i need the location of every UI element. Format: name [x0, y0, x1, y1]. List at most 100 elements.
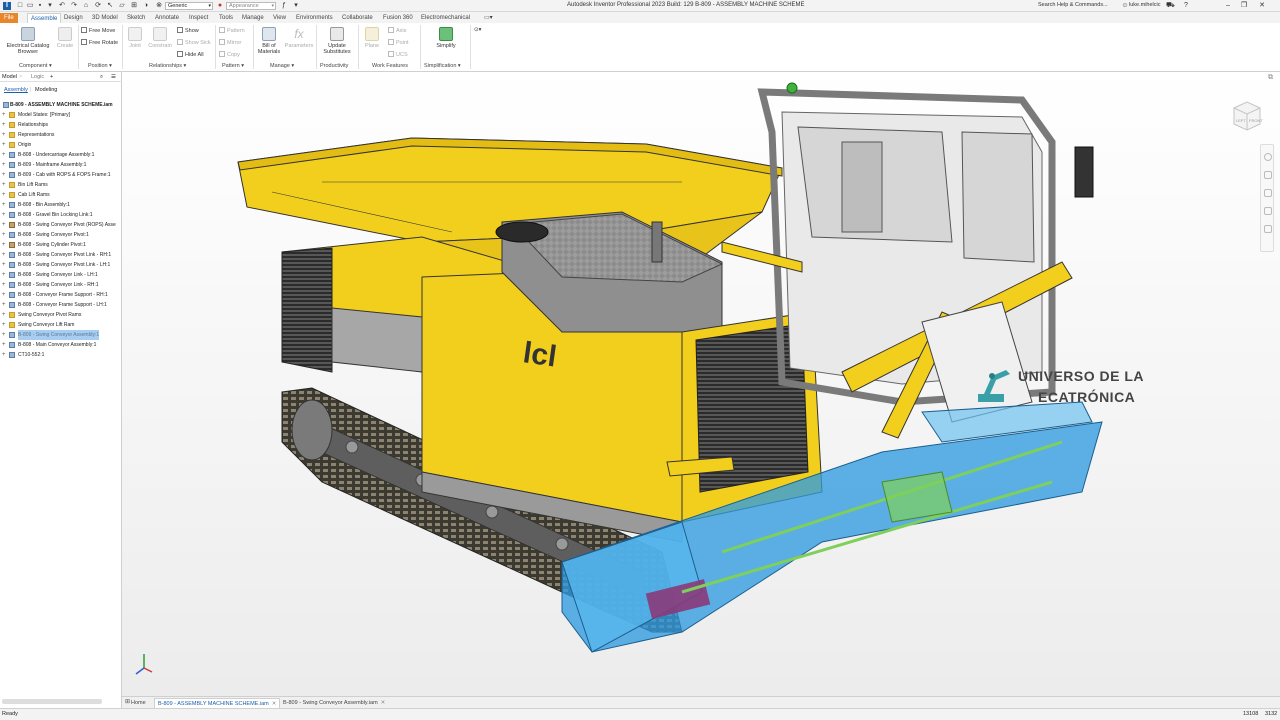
expand-icon[interactable]: +: [2, 170, 7, 180]
axis-button[interactable]: Axis: [388, 27, 406, 35]
close-button[interactable]: ✕: [1256, 1, 1268, 10]
search-help-input[interactable]: Search Help & Commands...: [1038, 1, 1122, 10]
open-file-icon[interactable]: ▭: [26, 2, 34, 10]
expand-icon[interactable]: +: [2, 280, 7, 290]
simplify-button[interactable]: Simplify: [432, 27, 460, 49]
visual-style-icon[interactable]: ◑: [142, 2, 150, 10]
plane-button[interactable]: Plane: [361, 27, 383, 49]
tab-model[interactable]: Model: [2, 72, 17, 82]
ucs-button[interactable]: UCS: [388, 51, 408, 59]
free-move-button[interactable]: Free Move: [81, 27, 115, 35]
copy-button[interactable]: Copy: [219, 51, 240, 59]
tree-item[interactable]: + B-808 - Swing Conveyor Pivot (ROPS) Ass…: [0, 220, 122, 230]
viewcube-left-face[interactable]: LEFT: [1236, 118, 1246, 123]
orbit-icon[interactable]: [1264, 207, 1272, 215]
tab-inspect[interactable]: Inspect: [189, 13, 208, 23]
tree-item[interactable]: + B-808 - Swing Conveyor Link - LH:1: [0, 270, 122, 280]
tree-item[interactable]: + Swing Conveyor Lift Ram: [0, 320, 122, 330]
save-as-icon[interactable]: ▾: [46, 2, 54, 10]
bill-of-materials-button[interactable]: Bill of Materials: [255, 27, 283, 55]
panel-label-relationships[interactable]: Relationships ▾: [149, 63, 186, 69]
expand-icon[interactable]: +: [2, 250, 7, 260]
tab-manage[interactable]: Manage: [242, 13, 264, 23]
tree-item[interactable]: + B-809 - Mainframe Assembly:1: [0, 160, 122, 170]
redo-icon[interactable]: ↷: [70, 2, 78, 10]
tree-item[interactable]: + B-808 - Bin Assembly:1: [0, 200, 122, 210]
expand-icon[interactable]: +: [2, 110, 7, 120]
pattern-button[interactable]: Pattern: [219, 27, 245, 35]
expand-icon[interactable]: +: [2, 340, 7, 350]
expand-icon[interactable]: +: [2, 320, 7, 330]
look-at-icon[interactable]: [1264, 225, 1272, 233]
show-button[interactable]: Show: [177, 27, 199, 35]
tree-item[interactable]: + Swing Conveyor Pivot Rams: [0, 310, 122, 320]
hide-all-button[interactable]: Hide All: [177, 51, 204, 59]
expand-icon[interactable]: +: [2, 210, 7, 220]
tree-item[interactable]: + Cab Lift Rams: [0, 190, 122, 200]
expand-icon[interactable]: +: [2, 310, 7, 320]
tree-item[interactable]: + B-808 - Swing Conveyor Pivot Link - RH:…: [0, 250, 122, 260]
menu-icon[interactable]: ☰: [111, 72, 116, 82]
browser-scrollbar[interactable]: [2, 699, 102, 704]
doc-tab-home[interactable]: Home: [128, 698, 149, 708]
point-button[interactable]: Point: [388, 39, 409, 47]
tree-item[interactable]: + B-809 - Cab with ROPS & FOPS Frame:1: [0, 170, 122, 180]
tab-assemble[interactable]: Assemble: [27, 13, 62, 23]
tab-electromechanical[interactable]: Electromechanical: [421, 13, 470, 23]
doc-tab-swing-conveyor[interactable]: B-809 - Swing Conveyor Assembly.iam ✕: [280, 698, 388, 708]
tree-item[interactable]: + Representations: [0, 130, 122, 140]
project-icon[interactable]: ⊞: [130, 2, 138, 10]
measure-icon[interactable]: ▱: [118, 2, 126, 10]
expand-icon[interactable]: +: [2, 190, 7, 200]
panel-label-manage[interactable]: Manage ▾: [270, 63, 294, 69]
assembly-model[interactable]: lcl: [122, 72, 1280, 696]
constrain-button[interactable]: Constrain: [146, 27, 174, 49]
graphics-viewport[interactable]: lcl UNIVERSO DE LA ECATRÓNICA LEFT FRONT…: [122, 72, 1280, 696]
help-icon[interactable]: ?: [1182, 2, 1190, 10]
tab-logic[interactable]: Logic: [31, 72, 44, 82]
tree-item[interactable]: + B-808 - Swing Conveyor Link - RH:1: [0, 280, 122, 290]
tree-item[interactable]: + CT10-552:1: [0, 350, 122, 360]
tab-annotate[interactable]: Annotate: [155, 13, 179, 23]
tab-environments[interactable]: Environments: [296, 13, 333, 23]
panel-label-pattern[interactable]: Pattern ▾: [222, 63, 244, 69]
expand-icon[interactable]: +: [2, 300, 7, 310]
create-button[interactable]: Create: [54, 27, 76, 49]
tab-collaborate[interactable]: Collaborate: [342, 13, 373, 23]
free-rotate-button[interactable]: Free Rotate: [81, 39, 118, 47]
tree-item[interactable]: + B-808 - Conveyor Frame Support - LH:1: [0, 300, 122, 310]
update-substitutes-button[interactable]: Update Substitutes: [319, 27, 355, 55]
tab-design[interactable]: Design: [64, 13, 83, 23]
ribbon-extra-icon[interactable]: ⊙▾: [474, 27, 481, 34]
tree-item[interactable]: + B-808 - Swing Cylinder Pivot:1: [0, 240, 122, 250]
tab-tools[interactable]: Tools: [219, 13, 233, 23]
tree-item[interactable]: + B-808 - Main Conveyor Assembly:1: [0, 340, 122, 350]
user-icon[interactable]: ☺: [1121, 2, 1129, 10]
expand-icon[interactable]: +: [2, 180, 7, 190]
appearance-select[interactable]: Appearance ▾: [226, 2, 276, 10]
expand-icon[interactable]: +: [2, 350, 7, 360]
tab-sketch[interactable]: Sketch: [127, 13, 145, 23]
tab-file[interactable]: File: [0, 13, 18, 23]
tree-item[interactable]: + Origin: [0, 140, 122, 150]
pan-icon[interactable]: [1264, 171, 1272, 179]
close-tab-icon[interactable]: ✕: [272, 701, 277, 707]
expand-icon[interactable]: +: [2, 270, 7, 280]
close-tab-icon[interactable]: ✕: [381, 700, 386, 706]
expand-icon[interactable]: +: [2, 120, 7, 130]
tree-item[interactable]: + Model States: [Primary]: [0, 110, 122, 120]
update-icon[interactable]: ⟳: [94, 2, 102, 10]
tree-item[interactable]: + B-808 - Swing Conveyor Pivot:1: [0, 230, 122, 240]
expand-icon[interactable]: +: [2, 240, 7, 250]
minimize-button[interactable]: –: [1222, 1, 1234, 10]
expand-icon[interactable]: +: [2, 260, 7, 270]
tab-view[interactable]: View: [273, 13, 286, 23]
fx-icon[interactable]: ƒ: [280, 2, 288, 10]
show-sick-button[interactable]: Show Sick: [177, 39, 211, 47]
customize-icon[interactable]: ▾: [292, 2, 300, 10]
joint-button[interactable]: Joint: [125, 27, 145, 49]
zoom-icon[interactable]: [1264, 189, 1272, 197]
maximize-button[interactable]: ❐: [1238, 1, 1250, 10]
save-icon[interactable]: ▪: [36, 2, 44, 10]
clear-override-icon[interactable]: ⊗: [155, 2, 163, 10]
